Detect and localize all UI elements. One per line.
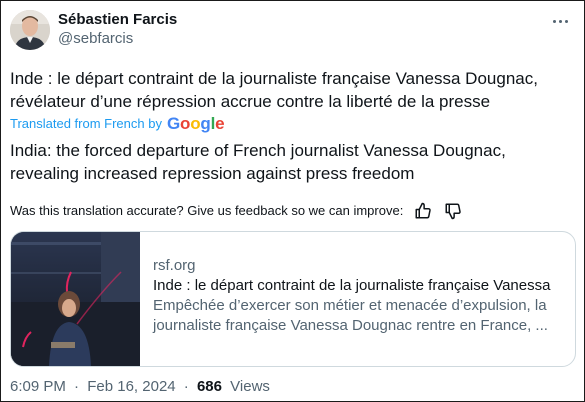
- translation-text: India: the forced departure of French jo…: [10, 139, 570, 185]
- link-domain: rsf.org: [153, 257, 196, 274]
- tweet-card: Sébastien Farcis @sebfarcis Inde : le dé…: [0, 0, 585, 402]
- link-thumbnail: [11, 232, 140, 366]
- translated-label: Translated from French by: [10, 116, 162, 131]
- avatar[interactable]: [10, 10, 50, 50]
- google-logo: Google: [166, 114, 225, 133]
- more-dots-icon[interactable]: [548, 13, 572, 29]
- feedback-prompt: Was this translation accurate? Give us f…: [10, 203, 404, 218]
- tweet-header: Sébastien Farcis @sebfarcis: [10, 9, 574, 51]
- link-title: Inde : le départ contraint de la journal…: [153, 277, 551, 294]
- author-names: Sébastien Farcis @sebfarcis: [58, 11, 177, 49]
- meta-separator: ·: [74, 378, 80, 395]
- tweet-text: Inde : le départ contraint de la journal…: [10, 67, 570, 113]
- tweet-meta: 6:09 PM · Feb 16, 2024 · 686 Views: [10, 377, 270, 397]
- translation-line: revealing increased repression against p…: [10, 164, 415, 183]
- tweet-date[interactable]: Feb 16, 2024: [87, 378, 175, 395]
- tweet-time[interactable]: 6:09 PM: [10, 378, 66, 395]
- display-name[interactable]: Sébastien Farcis: [58, 11, 177, 29]
- meta-separator: ·: [183, 378, 189, 395]
- translation-feedback: Was this translation accurate? Give us f…: [10, 201, 463, 221]
- avatar-image: [10, 10, 50, 50]
- views-label: Views: [230, 378, 270, 395]
- tweet-text-line: Inde : le départ contraint de la journal…: [10, 69, 538, 88]
- thumbs-down-icon[interactable]: [443, 201, 463, 221]
- link-description: Empêchée d’exercer son métier et menacée…: [153, 297, 548, 334]
- translation-line: India: the forced departure of French jo…: [10, 141, 506, 160]
- link-preview-card[interactable]: rsf.org Inde : le départ contraint de la…: [10, 231, 576, 367]
- handle[interactable]: @sebfarcis: [58, 29, 177, 49]
- views-count: 686: [196, 378, 222, 395]
- tweet-text-line: révélateur d’une répression accrue contr…: [10, 92, 491, 111]
- thumbs-up-icon[interactable]: [413, 201, 433, 221]
- link-body: rsf.org Inde : le départ contraint de la…: [153, 256, 573, 336]
- translated-attribution[interactable]: Translated from French by Google: [10, 114, 225, 133]
